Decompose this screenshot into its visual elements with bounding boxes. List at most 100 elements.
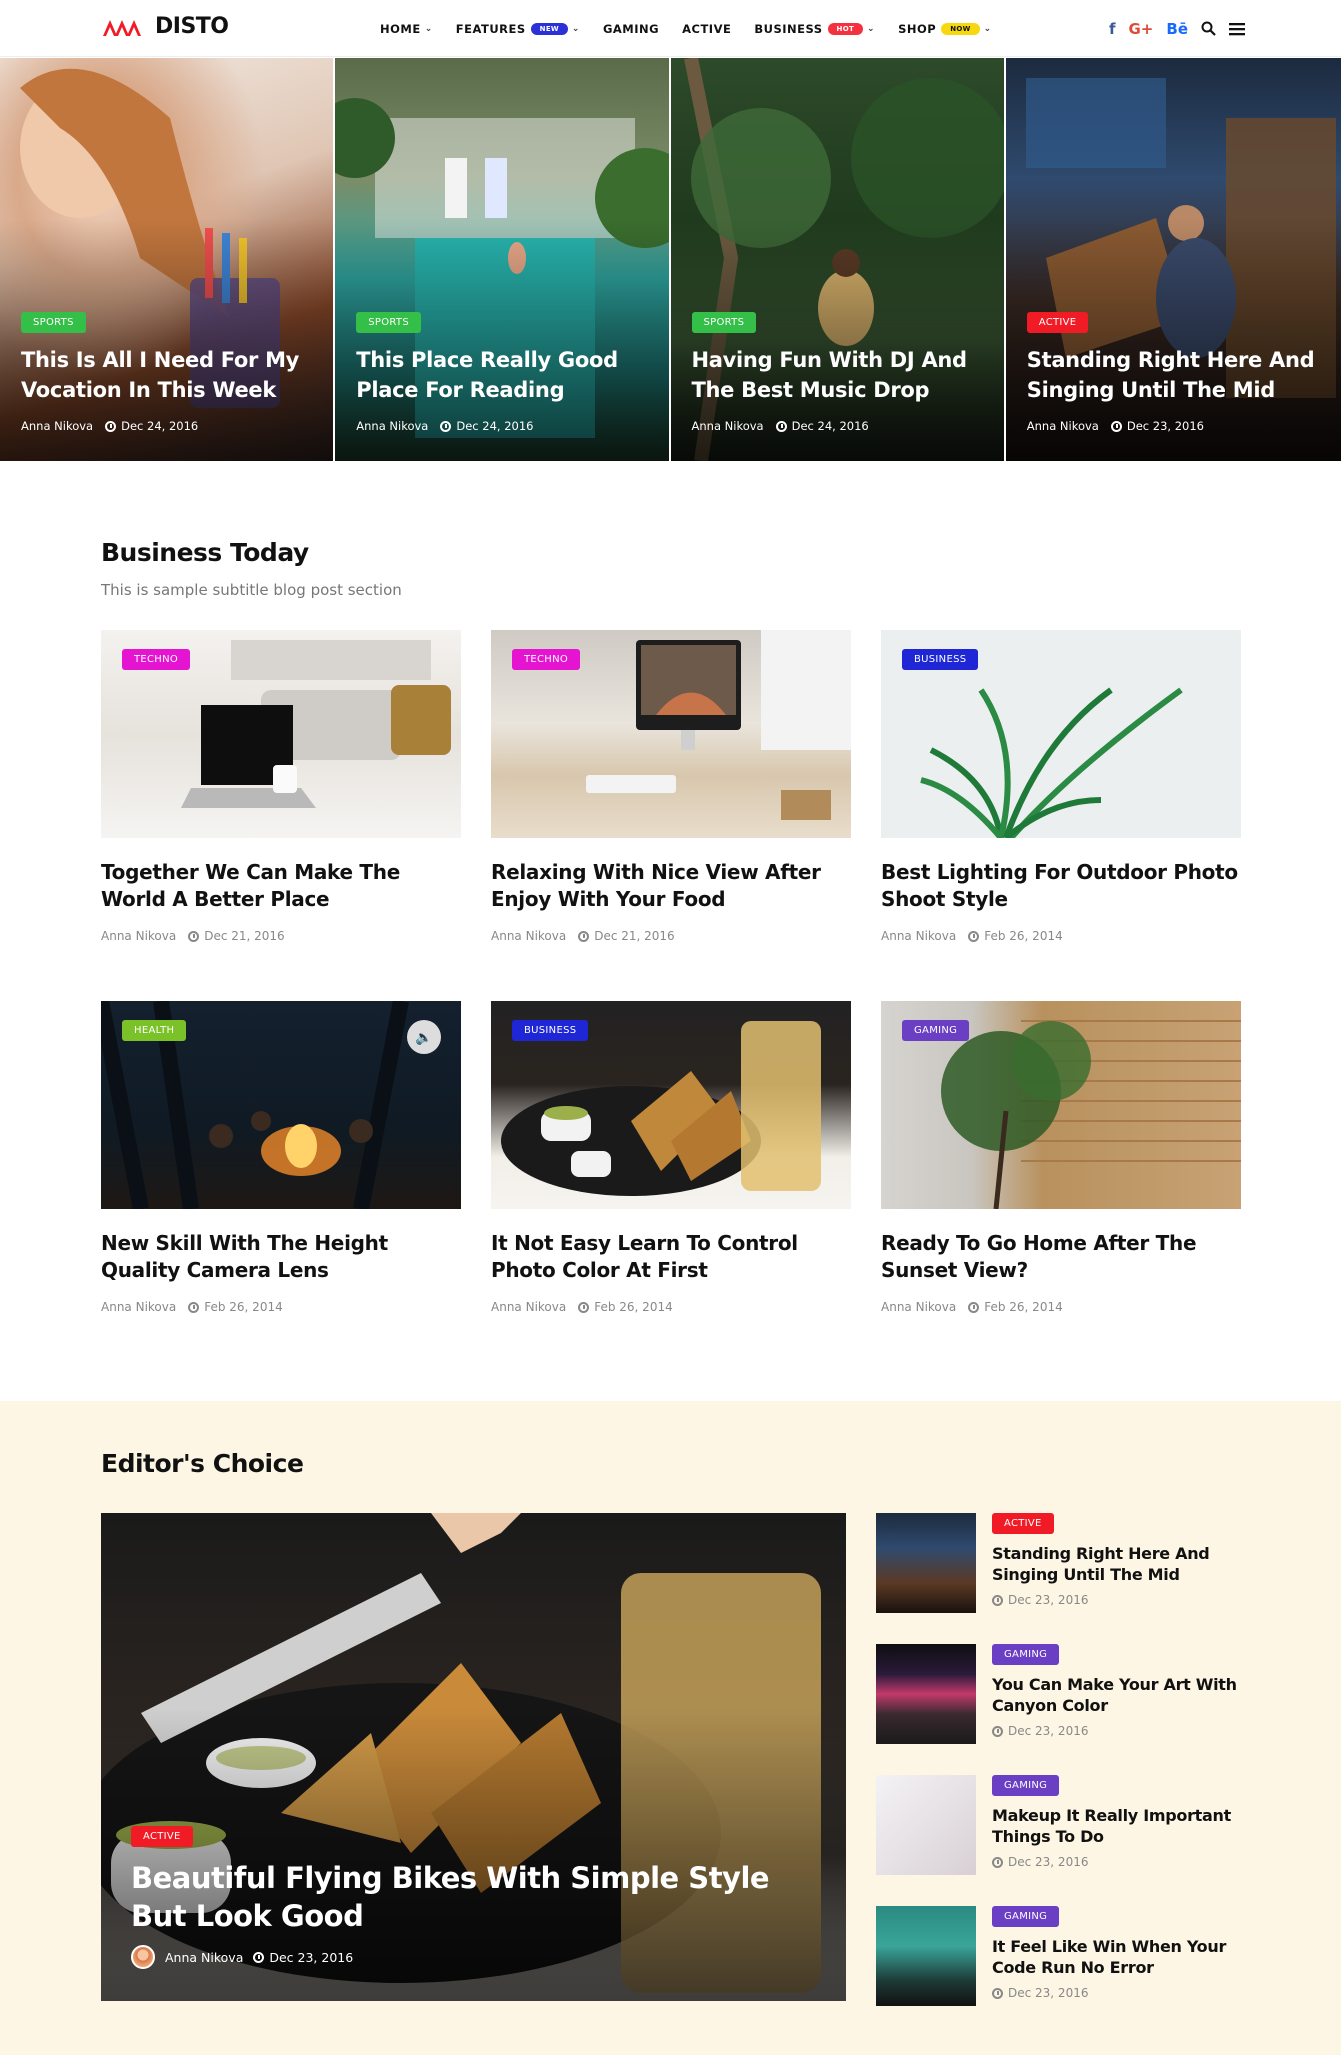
- list-item-info: GAMING Makeup It Really Important Things…: [992, 1775, 1241, 1906]
- hero-card[interactable]: SPORTS This Is All I Need For My Vocatio…: [0, 58, 336, 461]
- post-meta: Anna Nikova Feb 26, 2014: [881, 929, 1241, 943]
- facebook-icon[interactable]: f: [1109, 20, 1116, 38]
- post-card[interactable]: BUSINESS It Not Easy Learn To Control Ph…: [491, 1001, 851, 1314]
- hero-meta: Anna Nikova Dec 24, 2016: [692, 419, 988, 433]
- category-badge[interactable]: SPORTS: [21, 312, 86, 333]
- post-thumbnail[interactable]: [876, 1644, 976, 1744]
- post-thumbnail[interactable]: [876, 1513, 976, 1613]
- hero-meta: Anna Nikova Dec 23, 2016: [1027, 419, 1325, 433]
- list-item[interactable]: GAMING It Feel Like Win When Your Code R…: [876, 1906, 1241, 2037]
- hero-meta: Anna Nikova Dec 24, 2016: [21, 419, 317, 433]
- nav-item-active[interactable]: ACTIVE: [682, 22, 754, 36]
- category-badge[interactable]: GAMING: [992, 1906, 1060, 1927]
- category-badge[interactable]: HEALTH: [122, 1020, 187, 1041]
- category-badge[interactable]: GAMING: [992, 1775, 1060, 1796]
- hero-card[interactable]: SPORTS Having Fun With DJ And The Best M…: [670, 58, 1006, 461]
- site-logo[interactable]: DISTO: [101, 14, 229, 39]
- featured-post-card[interactable]: ACTIVE Beautiful Flying Bikes With Simpl…: [101, 1513, 846, 2001]
- list-item-meta: Dec 23, 2016: [992, 1724, 1241, 1738]
- author-name[interactable]: Anna Nikova: [491, 929, 566, 943]
- google-plus-icon[interactable]: G+: [1129, 20, 1154, 38]
- author-name[interactable]: Anna Nikova: [101, 1300, 176, 1314]
- avatar[interactable]: [131, 1945, 155, 1969]
- post-title[interactable]: It Not Easy Learn To Control Photo Color…: [491, 1230, 851, 1284]
- post-meta: Anna Nikova Feb 26, 2014: [101, 1300, 461, 1314]
- category-badge[interactable]: ACTIVE: [992, 1513, 1054, 1534]
- search-icon[interactable]: [1201, 21, 1216, 36]
- list-item-title[interactable]: It Feel Like Win When Your Code Run No E…: [992, 1936, 1241, 1978]
- author-name[interactable]: Anna Nikova: [1027, 419, 1099, 433]
- author-name[interactable]: Anna Nikova: [491, 1300, 566, 1314]
- featured-meta: Anna Nikova Dec 23, 2016: [131, 1945, 816, 1969]
- list-item-title[interactable]: You Can Make Your Art With Canyon Color: [992, 1674, 1241, 1716]
- hero-card[interactable]: ACTIVE Standing Right Here And Singing U…: [1005, 58, 1341, 461]
- nav-item-business[interactable]: BUSINESS HOT ⌄: [754, 22, 898, 36]
- list-item-info: ACTIVE Standing Right Here And Singing U…: [992, 1513, 1241, 1644]
- post-title[interactable]: Best Lighting For Outdoor Photo Shoot St…: [881, 859, 1241, 913]
- post-title[interactable]: Relaxing With Nice View After Enjoy With…: [491, 859, 851, 913]
- behance-icon[interactable]: Bē: [1166, 20, 1188, 38]
- hero-title[interactable]: Standing Right Here And Singing Until Th…: [1027, 345, 1325, 405]
- nav-item-features[interactable]: FEATURES NEW ⌄: [456, 22, 603, 36]
- author-name[interactable]: Anna Nikova: [101, 929, 176, 943]
- post-image[interactable]: GAMING: [881, 1001, 1241, 1209]
- author-name[interactable]: Anna Nikova: [881, 1300, 956, 1314]
- post-card[interactable]: HEALTH 🔈 New Skill With The Height Quali…: [101, 1001, 461, 1314]
- list-item-meta: Dec 23, 2016: [992, 1593, 1241, 1607]
- menu-icon[interactable]: [1229, 22, 1245, 36]
- clock-icon: [992, 1725, 1003, 1737]
- post-date: Dec 23, 2016: [1008, 1986, 1089, 2000]
- list-item-info: GAMING You Can Make Your Art With Canyon…: [992, 1644, 1241, 1775]
- category-badge[interactable]: ACTIVE: [1026, 312, 1089, 333]
- category-badge[interactable]: SPORTS: [691, 312, 757, 333]
- hero-slider: SPORTS This Is All I Need For My Vocatio…: [0, 58, 1341, 461]
- category-badge[interactable]: ACTIVE: [131, 1826, 193, 1847]
- clock-icon: [775, 420, 787, 432]
- post-title[interactable]: Ready To Go Home After The Sunset View?: [881, 1230, 1241, 1284]
- post-title[interactable]: New Skill With The Height Quality Camera…: [101, 1230, 461, 1284]
- list-item-title[interactable]: Standing Right Here And Singing Until Th…: [992, 1543, 1241, 1585]
- list-item-title[interactable]: Makeup It Really Important Things To Do: [992, 1805, 1241, 1847]
- post-image[interactable]: TECHNO: [101, 630, 461, 838]
- post-thumbnail[interactable]: [876, 1775, 976, 1875]
- post-image[interactable]: HEALTH 🔈: [101, 1001, 461, 1209]
- category-badge[interactable]: SPORTS: [356, 312, 421, 333]
- audio-icon[interactable]: 🔈: [407, 1020, 441, 1054]
- nav-badge-hot: HOT: [827, 22, 864, 35]
- hero-title[interactable]: Having Fun With DJ And The Best Music Dr…: [692, 345, 988, 405]
- hero-title[interactable]: This Place Really Good Place For Reading: [356, 345, 652, 405]
- list-item[interactable]: GAMING Makeup It Really Important Things…: [876, 1775, 1241, 1906]
- nav-item-home[interactable]: HOME ⌄: [380, 22, 456, 36]
- featured-content: ACTIVE Beautiful Flying Bikes With Simpl…: [131, 1826, 816, 1969]
- post-title[interactable]: Together We Can Make The World A Better …: [101, 859, 461, 913]
- author-name[interactable]: Anna Nikova: [356, 419, 428, 433]
- category-badge[interactable]: TECHNO: [122, 649, 191, 670]
- category-badge[interactable]: BUSINESS: [512, 1020, 589, 1041]
- featured-title[interactable]: Beautiful Flying Bikes With Simple Style…: [131, 1859, 816, 1935]
- post-card[interactable]: BUSINESS Best Lighting For Outdoor Photo…: [881, 630, 1241, 943]
- post-card[interactable]: TECHNO Together We Can Make The World A …: [101, 630, 461, 943]
- chevron-down-icon: ⌄: [867, 23, 876, 34]
- author-name[interactable]: Anna Nikova: [692, 419, 764, 433]
- post-card[interactable]: GAMING Ready To Go Home After The Sunset…: [881, 1001, 1241, 1314]
- nav-label: FEATURES: [455, 21, 526, 36]
- hero-title[interactable]: This Is All I Need For My Vocation In Th…: [21, 345, 317, 405]
- post-image[interactable]: BUSINESS: [491, 1001, 851, 1209]
- post-image[interactable]: TECHNO: [491, 630, 851, 838]
- category-badge[interactable]: BUSINESS: [902, 649, 979, 670]
- category-badge[interactable]: TECHNO: [512, 649, 581, 670]
- category-badge[interactable]: GAMING: [992, 1644, 1060, 1665]
- author-name[interactable]: Anna Nikova: [21, 419, 93, 433]
- post-card[interactable]: TECHNO Relaxing With Nice View After Enj…: [491, 630, 851, 943]
- post-thumbnail[interactable]: [876, 1906, 976, 2006]
- hero-card[interactable]: SPORTS This Place Really Good Place For …: [335, 58, 671, 461]
- list-item-meta: Dec 23, 2016: [992, 1986, 1241, 2000]
- list-item[interactable]: ACTIVE Standing Right Here And Singing U…: [876, 1513, 1241, 1644]
- list-item[interactable]: GAMING You Can Make Your Art With Canyon…: [876, 1644, 1241, 1775]
- author-name[interactable]: Anna Nikova: [165, 1950, 243, 1965]
- nav-item-gaming[interactable]: GAMING: [603, 22, 682, 36]
- author-name[interactable]: Anna Nikova: [881, 929, 956, 943]
- post-image[interactable]: BUSINESS: [881, 630, 1241, 838]
- nav-item-shop[interactable]: SHOP NOW ⌄: [898, 22, 1015, 36]
- category-badge[interactable]: GAMING: [902, 1020, 970, 1041]
